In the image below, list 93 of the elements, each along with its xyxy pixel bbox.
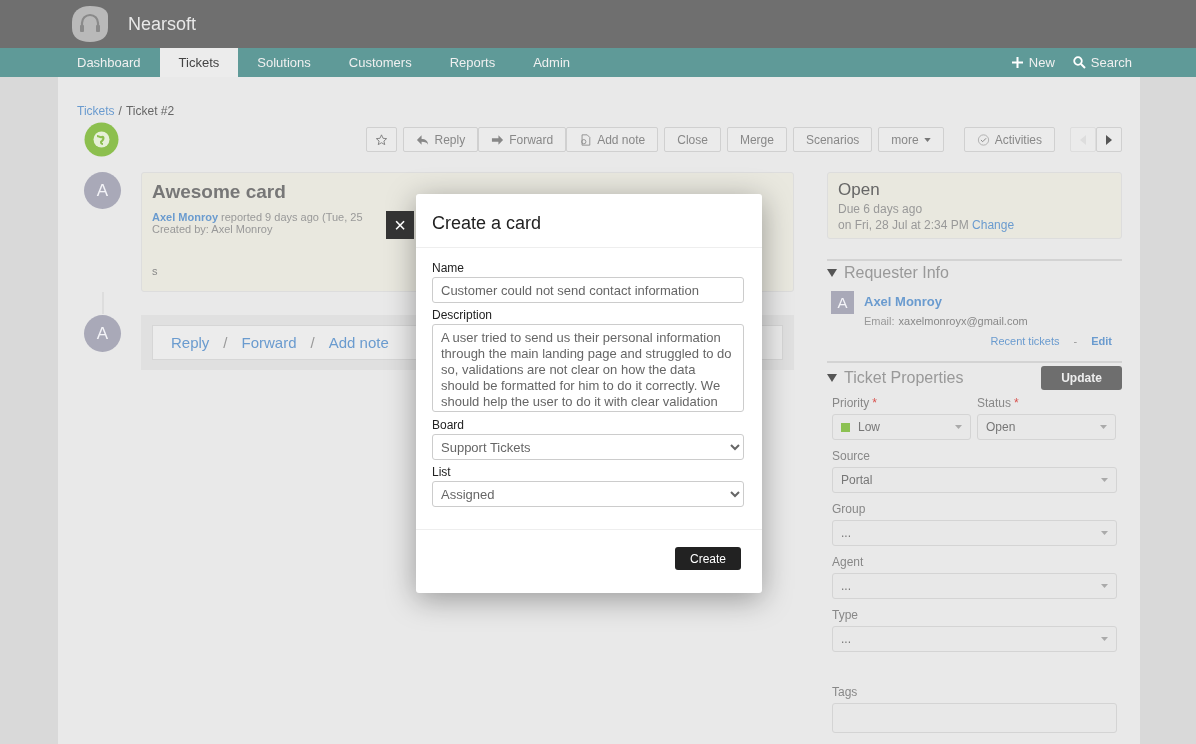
caret-icon xyxy=(1101,637,1108,641)
status-title: Open xyxy=(838,180,881,200)
caret-icon xyxy=(1101,478,1108,482)
forward-button[interactable]: Forward xyxy=(478,127,567,152)
avatar: A xyxy=(831,291,854,314)
note-icon xyxy=(579,133,593,146)
nav-tab[interactable]: Dashboard xyxy=(58,48,160,77)
logo-icon xyxy=(70,4,110,44)
expanded-triangle-icon[interactable] xyxy=(827,269,837,277)
breadcrumb-current: Ticket #2 xyxy=(125,104,175,118)
nav-tab[interactable]: Reports xyxy=(430,48,515,77)
nav-tab[interactable]: Solutions xyxy=(238,48,330,77)
close-button[interactable]: × xyxy=(386,211,414,239)
due-text: Due 6 days ago xyxy=(838,202,924,216)
reply-link[interactable]: Reply xyxy=(171,334,210,351)
caret-icon xyxy=(1101,531,1108,535)
star-icon xyxy=(375,133,389,146)
reported-text: reported 9 days ago (Tue, 25 xyxy=(221,211,363,223)
reply-button[interactable]: Reply xyxy=(403,127,479,152)
new-button[interactable]: New xyxy=(1001,48,1064,77)
field-label: Board xyxy=(432,418,466,432)
next-button[interactable] xyxy=(1096,127,1122,152)
search-icon xyxy=(1072,56,1086,69)
create-button[interactable]: Create xyxy=(675,547,741,570)
modal-title: Create a card xyxy=(416,194,762,248)
activities-button[interactable]: Activities xyxy=(963,127,1055,152)
globe-icon xyxy=(84,122,119,157)
link-separator: / xyxy=(223,334,228,351)
select-field[interactable]: ... xyxy=(832,626,1117,652)
required-mark: * xyxy=(872,396,877,410)
caret-icon xyxy=(955,425,962,429)
nav-tab[interactable]: Customers xyxy=(329,48,431,77)
plus-icon xyxy=(1010,56,1024,69)
caret-icon xyxy=(923,137,931,142)
update-button[interactable]: Update xyxy=(1041,366,1122,390)
field-label: Group xyxy=(832,502,866,516)
star-button[interactable] xyxy=(366,127,398,152)
avatar: A xyxy=(84,172,121,209)
toolbar-button[interactable]: Scenarios xyxy=(792,127,873,152)
forward-arrow-icon xyxy=(491,133,505,146)
section-title: Requester Info xyxy=(844,264,950,282)
field-label: Status xyxy=(977,396,1012,410)
select-field[interactable]: Support Tickets xyxy=(432,434,744,460)
requester-link[interactable]: Edit xyxy=(1091,335,1112,347)
change-link[interactable]: Change xyxy=(972,218,1015,232)
next-arrow-icon xyxy=(1105,133,1113,146)
section-title: Ticket Properties xyxy=(844,369,965,387)
required-mark: * xyxy=(1014,396,1019,410)
caret-icon xyxy=(1100,425,1107,429)
link-separator: / xyxy=(310,334,315,351)
toolbar-button[interactable]: Merge xyxy=(726,127,787,152)
reply-link[interactable]: Add note xyxy=(328,334,389,351)
requester-name[interactable]: Axel Monroy xyxy=(864,294,1028,309)
check-icon xyxy=(976,133,990,146)
select-field[interactable]: Portal xyxy=(832,467,1117,493)
select-field[interactable]: ... xyxy=(832,573,1117,599)
field-label: Priority xyxy=(832,396,870,410)
breadcrumb-link[interactable]: Tickets xyxy=(77,104,115,118)
reply-arrow-icon xyxy=(416,133,430,146)
email-address: xaxelmonroyx@gmail.com xyxy=(898,315,1028,327)
avatar: A xyxy=(84,315,121,352)
toolbar-button[interactable]: Close xyxy=(664,127,721,152)
caret-icon xyxy=(1101,584,1108,588)
field-label: Description xyxy=(432,308,494,322)
field-label: Type xyxy=(832,608,858,622)
add-note-button[interactable]: Add note xyxy=(566,127,659,152)
due-date-text: on Fri, 28 Jul at 2:34 PM xyxy=(838,218,969,232)
requester-link[interactable]: Recent tickets xyxy=(990,335,1060,347)
expanded-triangle-icon[interactable] xyxy=(827,374,837,382)
created-by-text: Created by: Axel Monroy xyxy=(152,223,273,235)
author-link[interactable]: Axel Monroy xyxy=(152,211,218,223)
more-button[interactable]: more xyxy=(878,127,944,152)
breadcrumb-separator: / xyxy=(118,104,122,118)
name-input[interactable]: Customer could not send contact information xyxy=(432,277,744,303)
select-field[interactable]: ... xyxy=(832,520,1117,546)
nav-tab[interactable]: Admin xyxy=(514,48,590,77)
field-label: Agent xyxy=(832,555,864,569)
email-label: Email: xyxy=(864,315,895,327)
ticket-body: s xyxy=(152,265,158,277)
app-name: Nearsoft xyxy=(128,13,197,35)
link-separator: - xyxy=(1073,335,1078,347)
reply-link[interactable]: Forward xyxy=(241,334,297,351)
field-label: Source xyxy=(832,449,871,463)
select-field[interactable]: Low xyxy=(832,414,971,440)
search-button[interactable]: Search xyxy=(1063,48,1141,77)
field-label: Tags xyxy=(832,685,858,699)
select-field[interactable]: Assigned xyxy=(432,481,744,507)
description-textarea[interactable]: A user tried to send us their personal information through the main landing page and struggled to do so, validations are not clear on how the data should be formatted for him to do it correctly. We should help the user to do it with clear validation xyxy=(432,324,744,412)
ticket-title: Awesome card xyxy=(152,181,287,203)
nav-tab[interactable]: Tickets xyxy=(159,48,239,77)
field-label: Name xyxy=(432,261,465,275)
field-label: List xyxy=(432,465,452,479)
select-field[interactable]: Open xyxy=(977,414,1116,440)
